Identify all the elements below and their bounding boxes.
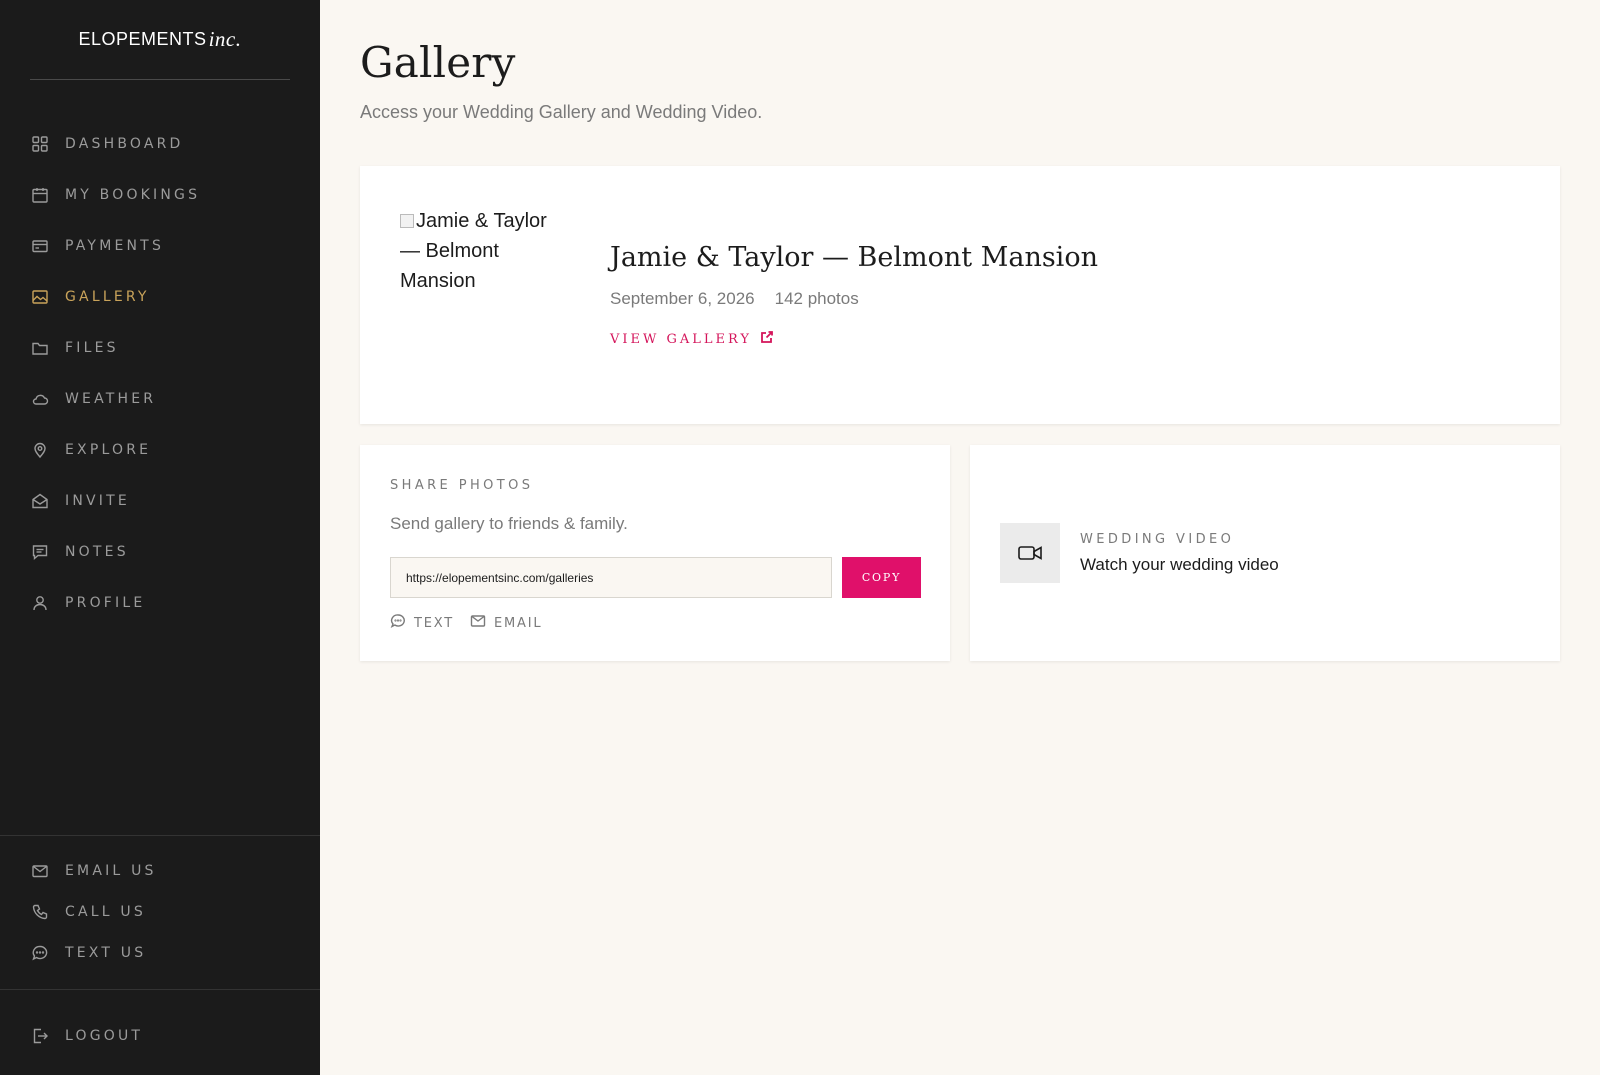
gallery-meta: September 6, 2026 142 photos	[610, 289, 859, 309]
sidebar-item-invite[interactable]: INVITE	[0, 475, 320, 526]
cloud-icon	[31, 390, 49, 408]
logout-button[interactable]: LOGOUT	[0, 1010, 320, 1061]
main-nav: DASHBOARD MY BOOKINGS PAYMENTS GALLERY F…	[0, 118, 320, 628]
video-camera-icon	[1000, 523, 1060, 583]
gallery-card: Jamie & Taylor — Belmont Mansion Jamie &…	[360, 166, 1560, 424]
sidebar-item-label: WEATHER	[65, 390, 157, 407]
sidebar-item-gallery[interactable]: GALLERY	[0, 271, 320, 322]
gallery-title: Jamie & Taylor — Belmont Mansion	[610, 242, 1098, 273]
image-icon	[31, 288, 49, 306]
sidebar-item-weather[interactable]: WEATHER	[0, 373, 320, 424]
gallery-photo-count: 142 photos	[774, 289, 859, 308]
share-url-input[interactable]	[390, 557, 832, 598]
folder-icon	[31, 339, 49, 357]
external-link-icon	[760, 330, 774, 348]
sidebar-item-dashboard[interactable]: DASHBOARD	[0, 118, 320, 169]
sidebar-item-explore[interactable]: EXPLORE	[0, 424, 320, 475]
sidebar-item-label: CALL US	[65, 903, 146, 920]
share-via-email-button[interactable]: EMAIL	[470, 613, 542, 633]
credit-card-icon	[31, 237, 49, 255]
share-photos-description: Send gallery to friends & family.	[390, 514, 628, 533]
broken-image-icon	[400, 214, 414, 228]
share-via-text-button[interactable]: TEXT	[390, 613, 454, 633]
mail-icon	[31, 862, 49, 880]
message-square-icon	[31, 543, 49, 561]
wedding-video-heading: WEDDING VIDEO	[1080, 532, 1235, 547]
sidebar-item-profile[interactable]: PROFILE	[0, 577, 320, 628]
sidebar-item-call-us[interactable]: CALL US	[0, 891, 320, 932]
sidebar-item-label: FILES	[65, 339, 119, 356]
sidebar-item-label: EMAIL US	[65, 862, 157, 879]
grid-icon	[31, 135, 49, 153]
sidebar-item-label: PROFILE	[65, 594, 146, 611]
sidebar-item-label: EXPLORE	[65, 441, 152, 458]
sidebar-item-bookings[interactable]: MY BOOKINGS	[0, 169, 320, 220]
sidebar-item-label: MY BOOKINGS	[65, 186, 201, 203]
sidebar-item-files[interactable]: FILES	[0, 322, 320, 373]
sidebar-item-label: TEXT US	[65, 944, 147, 961]
user-icon	[31, 594, 49, 612]
logout-label: LOGOUT	[65, 1027, 144, 1044]
share-photos-heading: SHARE PHOTOS	[390, 478, 534, 493]
map-pin-icon	[31, 441, 49, 459]
page-subtitle: Access your Wedding Gallery and Wedding …	[360, 102, 763, 122]
share-photos-card: SHARE PHOTOS Send gallery to friends & f…	[360, 445, 950, 661]
chat-bubble-icon	[390, 613, 406, 633]
share-email-label: EMAIL	[493, 615, 543, 631]
sidebar-item-label: DASHBOARD	[65, 135, 184, 152]
logout-icon	[31, 1027, 49, 1045]
share-text-label: TEXT	[414, 615, 454, 631]
view-gallery-link[interactable]: VIEW GALLERY	[610, 330, 774, 348]
brand-suffix: inc.	[208, 27, 242, 51]
sidebar-item-text-us[interactable]: TEXT US	[0, 932, 320, 973]
view-gallery-label: VIEW GALLERY	[610, 331, 753, 347]
gallery-date: September 6, 2026	[610, 289, 755, 308]
sidebar-item-label: GALLERY	[65, 288, 150, 305]
sidebar-item-notes[interactable]: NOTES	[0, 526, 320, 577]
chat-bubble-icon	[31, 944, 49, 962]
support-nav: EMAIL US CALL US TEXT US	[0, 835, 320, 973]
share-options: TEXT EMAIL	[390, 613, 542, 633]
phone-icon	[31, 903, 49, 921]
wedding-video-card[interactable]: WEDDING VIDEO Watch your wedding video	[970, 445, 1560, 661]
brand-logo[interactable]: ELOPEMENTS inc.	[30, 0, 290, 80]
copy-button[interactable]: COPY	[842, 557, 921, 598]
sidebar-item-label: PAYMENTS	[65, 237, 165, 254]
sidebar: ELOPEMENTS inc. DASHBOARD MY BOOKINGS PA…	[0, 0, 320, 1075]
envelope-open-icon	[31, 492, 49, 510]
sidebar-item-label: NOTES	[65, 543, 129, 560]
thumbnail-alt-text: Jamie & Taylor — Belmont Mansion	[400, 210, 547, 292]
brand-name: ELOPEMENTS	[78, 29, 207, 49]
gallery-thumbnail[interactable]: Jamie & Taylor — Belmont Mansion	[400, 206, 570, 296]
mail-icon	[470, 613, 486, 633]
wedding-video-description: Watch your wedding video	[1080, 555, 1279, 574]
sidebar-item-email-us[interactable]: EMAIL US	[0, 850, 320, 891]
sidebar-item-payments[interactable]: PAYMENTS	[0, 220, 320, 271]
page-title: Gallery	[360, 38, 516, 87]
logout-section: LOGOUT	[0, 989, 320, 1061]
calendar-icon	[31, 186, 49, 204]
sidebar-item-label: INVITE	[65, 492, 130, 509]
